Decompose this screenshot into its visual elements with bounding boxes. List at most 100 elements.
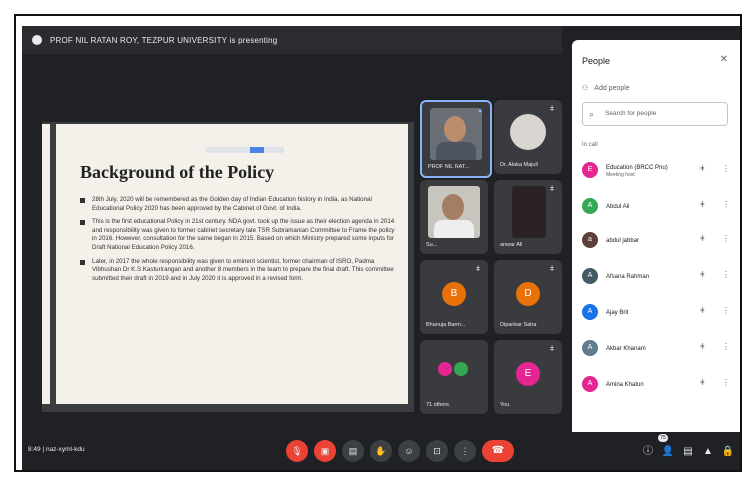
search-input[interactable]: ⌕ Search for people (582, 102, 728, 126)
self-tile[interactable]: E ǂ You (494, 340, 562, 414)
presentation-slide: Background of the Policy 28th July, 2020… (56, 124, 408, 404)
person-name: Afsana Rahman (606, 274, 650, 280)
person-name: Ajay Brit (606, 310, 629, 316)
person-name: abdul jabbar (606, 238, 640, 244)
slide-edge (42, 124, 50, 404)
panel-title: People (582, 56, 611, 66)
person-avatar: a (582, 232, 598, 248)
mic-off-icon[interactable]: ǂ (700, 270, 705, 279)
camera-toggle-button[interactable]: ▣ (314, 440, 336, 462)
more-options-icon[interactable]: ⋮ (722, 306, 730, 315)
mic-off-icon[interactable]: ǂ (700, 306, 705, 315)
others-count: 71 others (426, 402, 449, 408)
person-avatar: A (582, 304, 598, 320)
self-name: You (500, 402, 510, 408)
participant-tile[interactable]: ǂ Dr. Alaka Majuli (494, 100, 562, 174)
more-options-icon[interactable]: ⋮ (722, 342, 730, 351)
more-options-icon[interactable]: ⋮ (722, 270, 730, 279)
captions-button[interactable]: ▤ (342, 440, 364, 462)
participant-name: Su... (426, 242, 438, 248)
more-options-icon[interactable]: ⋮ (722, 378, 730, 387)
people-panel: People ✕ ⚇ Add people ⌕ Search for people… (572, 40, 740, 442)
activities-icon[interactable]: ▲ (700, 444, 716, 460)
person-name: Education (BRCC Pnu) (606, 165, 668, 171)
participant-name: anwar Ali (500, 242, 523, 248)
mic-off-icon[interactable]: ǂ (700, 164, 705, 173)
mic-off-icon[interactable]: ǂ (700, 200, 705, 209)
person-avatar: A (582, 198, 598, 214)
people-icon[interactable]: 👤 (660, 444, 676, 460)
participant-avatar: B (442, 282, 466, 306)
participant-tile[interactable]: ǂ anwar Ali (494, 180, 562, 254)
presentation-toolbar-active (250, 147, 264, 153)
others-avatar (454, 362, 468, 376)
list-item[interactable]: A Ajay Brit ǂ ⋮ (582, 302, 732, 324)
emoji-button[interactable]: ☺ (398, 440, 420, 462)
in-call-header: In call (582, 142, 598, 148)
more-options-icon[interactable]: ⋮ (722, 234, 730, 243)
meeting-code: 8:49 | naz-xyml-kdu (28, 446, 85, 453)
list-item[interactable]: A Akbar Khanam ǂ ⋮ (582, 338, 732, 360)
slide-bullet: This is the first educational Policy in … (80, 218, 396, 252)
present-button[interactable]: ⊡ (426, 440, 448, 462)
more-options-icon[interactable]: ⋮ (722, 164, 730, 173)
person-avatar: A (582, 376, 598, 392)
meet-window: PROF NIL RATAN ROY, TEZPUR UNIVERSITY is… (22, 26, 740, 470)
add-people-button[interactable]: ⚇ Add people (582, 84, 630, 92)
mic-off-icon[interactable]: ǂ (700, 378, 705, 387)
mic-off-icon: ǂ (550, 186, 555, 193)
person-avatar: A (582, 268, 598, 284)
slide-title: Background of the Policy (80, 162, 275, 182)
participant-video (510, 114, 546, 150)
presenter-avatar (32, 35, 42, 45)
participant-tile[interactable]: ● PROF NIL RAT... (420, 100, 492, 178)
list-item[interactable]: A Amina Khatun ǂ ⋮ (582, 374, 732, 396)
participant-tile[interactable]: Su... (420, 180, 488, 254)
presenting-text: PROF NIL RATAN ROY, TEZPUR UNIVERSITY is… (50, 35, 278, 45)
person-name: Abdul Ali (606, 204, 630, 210)
speaking-icon: ● (478, 108, 483, 115)
slide-bullet: Later, in 2017 the whole responsibility … (80, 258, 396, 284)
info-icon[interactable]: ⓘ (640, 444, 656, 460)
person-avatar: E (582, 162, 598, 178)
mic-toggle-button[interactable]: 🎙 (286, 440, 308, 462)
participant-tile[interactable]: D ǂ Dipankar Saha (494, 260, 562, 334)
mic-off-icon: ǂ (550, 346, 555, 353)
participant-tile[interactable]: B ǂ Bhanuja Barm... (420, 260, 488, 334)
more-options-button[interactable]: ⋮ (454, 440, 476, 462)
list-item[interactable]: A Abdul Ali ǂ ⋮ (582, 196, 732, 218)
add-person-icon: ⚇ (582, 85, 589, 92)
mic-off-icon[interactable]: ǂ (700, 342, 705, 351)
close-icon[interactable]: ✕ (720, 54, 728, 65)
list-item[interactable]: A Afsana Rahman ǂ ⋮ (582, 266, 732, 288)
host-controls-icon[interactable]: 🔒 (720, 444, 736, 460)
person-name: Amina Khatun (606, 382, 644, 388)
mic-off-icon: ǂ (476, 266, 481, 273)
leave-call-button[interactable]: ☎ (482, 440, 514, 462)
self-avatar: E (516, 362, 540, 386)
participant-video (430, 108, 482, 160)
participant-avatar: D (516, 282, 540, 306)
search-placeholder: Search for people (605, 110, 657, 117)
raise-hand-button[interactable]: ✋ (370, 440, 392, 462)
mic-off-icon[interactable]: ǂ (700, 234, 705, 243)
search-icon: ⌕ (589, 109, 595, 119)
mic-off-icon: ǂ (550, 106, 555, 113)
more-options-icon[interactable]: ⋮ (722, 200, 730, 209)
presenting-banner: PROF NIL RATAN ROY, TEZPUR UNIVERSITY is… (22, 26, 562, 54)
list-item[interactable]: E Education (BRCC Pnu) Meeting host ǂ ⋮ (582, 160, 732, 182)
slide-bullets: 28th July, 2020 will be remembered as th… (80, 196, 396, 288)
person-avatar: A (582, 340, 598, 356)
control-bar: 8:49 | naz-xyml-kdu 🎙 ▣ ▤ ✋ ☺ ⊡ ⋮ ☎ ⓘ 75… (22, 432, 740, 470)
participant-name: PROF NIL RAT... (428, 164, 470, 170)
mic-off-icon: ǂ (550, 266, 555, 273)
others-tile[interactable]: 71 others (420, 340, 488, 414)
list-item[interactable]: a abdul jabbar ǂ ⋮ (582, 230, 732, 252)
chat-icon[interactable]: ▤ (680, 444, 696, 460)
participant-name: Dr. Alaka Majuli (500, 162, 538, 168)
add-people-label: Add people (594, 85, 630, 92)
person-name: Akbar Khanam (606, 346, 646, 352)
presentation-toolbar[interactable] (206, 147, 284, 153)
person-role: Meeting host (606, 172, 635, 178)
participant-video (428, 186, 480, 238)
